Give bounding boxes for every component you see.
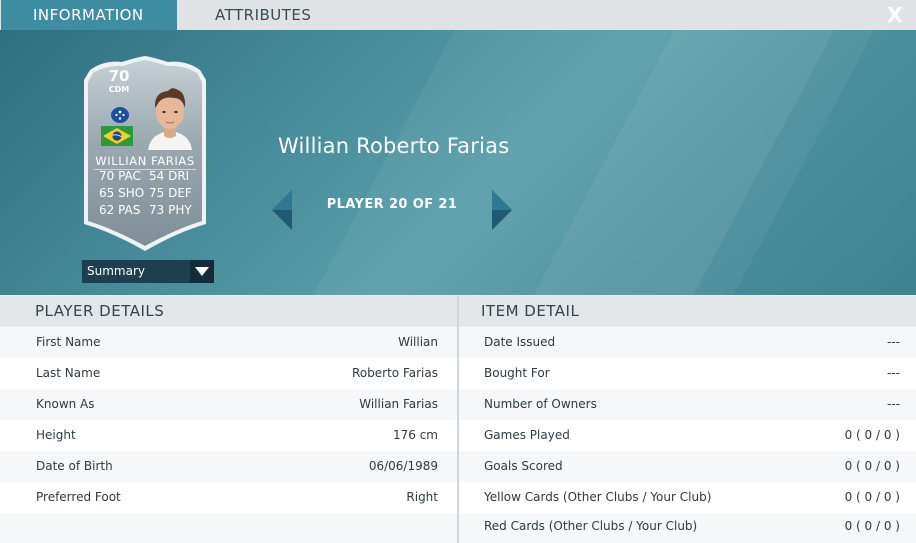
row-value: 06/06/1989: [368, 459, 438, 473]
stat-pas: 62 PAS: [99, 203, 141, 217]
row-value: ---: [887, 397, 900, 411]
player-details-row: Known As Willian Farias: [0, 389, 457, 420]
row-label: Goals Scored: [484, 459, 563, 473]
row-label: Games Played: [484, 428, 570, 442]
player-details-row: Preferred Foot Right: [0, 482, 457, 513]
player-details-empty-row: [0, 513, 457, 543]
item-detail-row: Number of Owners ---: [459, 389, 916, 420]
row-value: Roberto Farias: [352, 366, 438, 380]
dropdown-toggle[interactable]: [190, 260, 214, 283]
row-value: Right: [406, 490, 438, 504]
card-player-name: WILLIAN FARIAS: [95, 154, 195, 168]
row-label: Height: [36, 428, 76, 442]
stat-sho: 65 SHO: [99, 186, 145, 200]
tab-information[interactable]: INFORMATION: [1, 0, 177, 30]
row-label: Yellow Cards (Other Clubs / Your Club): [484, 490, 712, 504]
item-detail-row: Date Issued ---: [459, 327, 916, 358]
stat-pac: 70 PAC: [99, 169, 141, 183]
row-label: Bought For: [484, 366, 550, 380]
row-value: 176 cm: [392, 428, 438, 442]
row-value: Willian Farias: [359, 397, 438, 411]
close-button[interactable]: X: [884, 3, 906, 27]
previous-player-arrow-icon[interactable]: [272, 190, 294, 230]
item-detail-row: Games Played 0 ( 0 / 0 ): [459, 420, 916, 451]
stat-def: 75 DEF: [149, 186, 192, 200]
row-label: Known As: [36, 397, 95, 411]
player-details-row: Height 176 cm: [0, 420, 457, 451]
item-detail-row: Goals Scored 0 ( 0 / 0 ): [459, 451, 916, 482]
player-details-row: Last Name Roberto Farias: [0, 358, 457, 389]
item-detail-row: Yellow Cards (Other Clubs / Your Club) 0…: [459, 482, 916, 513]
item-detail-heading: ITEM DETAIL: [459, 296, 916, 326]
brazil-flag-icon: [101, 126, 133, 146]
player-card[interactable]: 70 CDM WILLIAN FARIAS 70 PAC 54 DRI 65 S…: [82, 56, 208, 252]
summary-dropdown[interactable]: Summary: [82, 260, 214, 283]
player-portrait: [148, 88, 192, 150]
row-label: First Name: [36, 335, 101, 349]
row-value: ---: [887, 335, 900, 349]
player-full-name: Willian Roberto Farias: [278, 134, 510, 158]
item-detail-row: Red Cards (Other Clubs / Your Club) 0 ( …: [459, 513, 916, 543]
item-detail-row: Bought For ---: [459, 358, 916, 389]
row-value: 0 ( 0 / 0 ): [844, 519, 900, 533]
card-position: CDM: [108, 85, 130, 94]
row-label: Preferred Foot: [36, 490, 121, 504]
row-value: ---: [887, 366, 900, 380]
chevron-down-icon: [195, 267, 209, 276]
summary-dropdown-label: Summary: [87, 264, 145, 278]
player-details-heading: PLAYER DETAILS: [0, 296, 457, 326]
row-value: 0 ( 0 / 0 ): [844, 459, 900, 473]
row-value: 0 ( 0 / 0 ): [844, 428, 900, 442]
row-label: Date of Birth: [36, 459, 113, 473]
row-label: Red Cards (Other Clubs / Your Club): [484, 519, 698, 533]
stat-phy: 73 PHY: [149, 203, 192, 217]
player-details-row: First Name Willian: [0, 327, 457, 358]
club-crest-icon: [111, 107, 129, 123]
player-count: PLAYER 20 OF 21: [326, 197, 458, 212]
next-player-arrow-icon[interactable]: [490, 190, 512, 230]
tab-attributes[interactable]: ATTRIBUTES: [215, 0, 311, 30]
player-details-row: Date of Birth 06/06/1989: [0, 451, 457, 482]
row-label: Last Name: [36, 366, 101, 380]
row-value: 0 ( 0 / 0 ): [844, 490, 900, 504]
row-label: Number of Owners: [484, 397, 597, 411]
tab-bar: INFORMATION ATTRIBUTES X: [0, 0, 916, 30]
card-rating: 70: [108, 67, 130, 85]
stat-dri: 54 DRI: [149, 169, 190, 183]
row-value: Willian: [398, 335, 438, 349]
row-label: Date Issued: [484, 335, 556, 349]
